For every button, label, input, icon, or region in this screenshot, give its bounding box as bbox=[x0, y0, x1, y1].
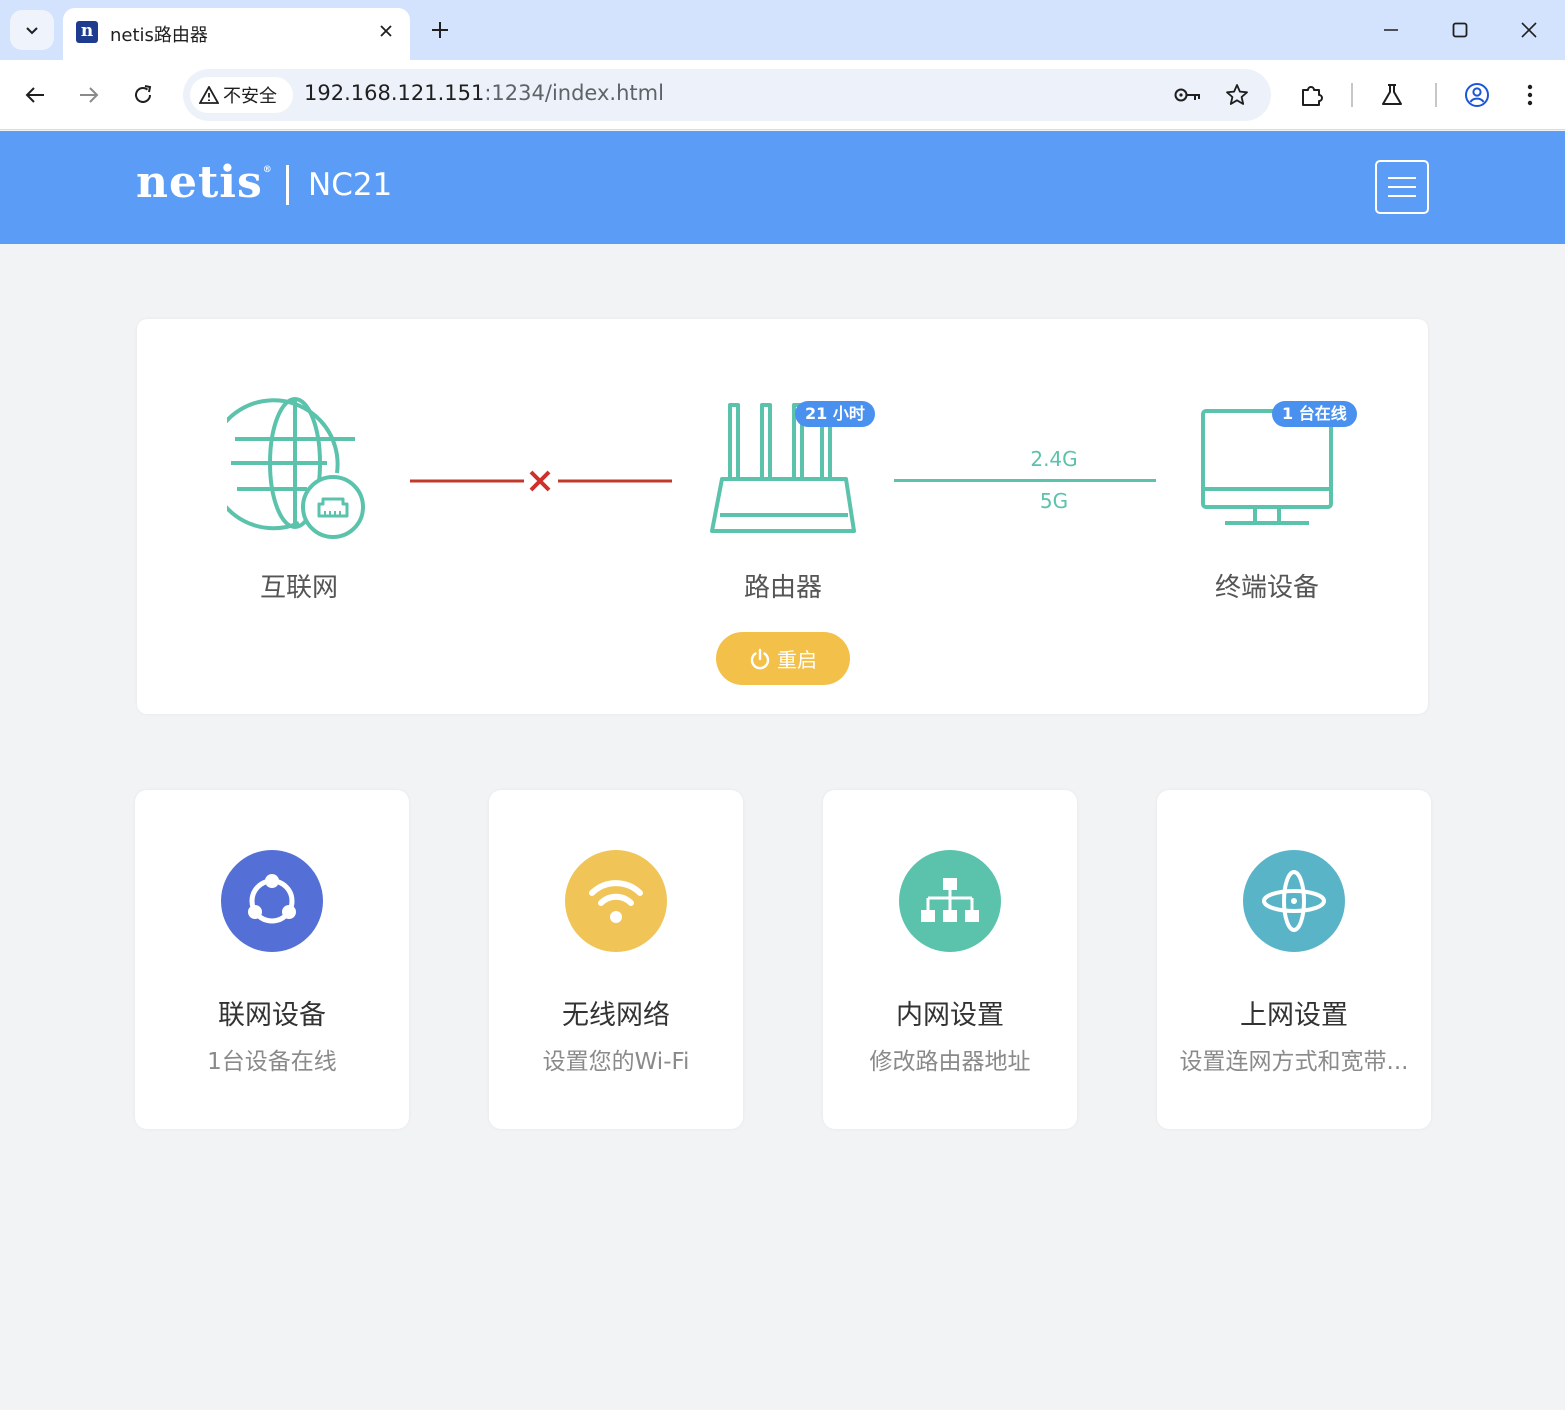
restart-label: 重启 bbox=[777, 648, 817, 672]
back-button[interactable] bbox=[15, 75, 55, 115]
reload-button[interactable] bbox=[123, 75, 163, 115]
flask-icon bbox=[1382, 84, 1402, 105]
puzzle-icon bbox=[1302, 86, 1323, 106]
menu-line bbox=[1388, 186, 1416, 188]
account-icon bbox=[1465, 83, 1489, 107]
arrow-right-icon bbox=[80, 87, 99, 103]
tile-internet-settings[interactable]: 上网设置 设置连网方式和宽带... bbox=[1157, 790, 1431, 1129]
hamburger-menu-button[interactable] bbox=[1375, 160, 1429, 214]
close-icon bbox=[1521, 22, 1537, 38]
band-24g-label: 2.4G bbox=[1030, 447, 1078, 471]
wifi-icon bbox=[565, 850, 667, 952]
browser-toolbar: 不安全 192.168.121.151:1234/index.html bbox=[0, 60, 1565, 130]
internet-label: 互联网 bbox=[259, 573, 338, 603]
online-devices-badge: 1 台在线 bbox=[1272, 401, 1357, 427]
tile-title: 上网设置 bbox=[1240, 1000, 1348, 1031]
menu-line bbox=[1388, 177, 1416, 179]
logo-divider bbox=[286, 165, 289, 205]
maximize-button[interactable] bbox=[1440, 12, 1480, 48]
disconnected-x-icon bbox=[529, 470, 551, 492]
tile-subtitle: 修改路由器地址 bbox=[869, 1049, 1031, 1075]
tile-subtitle: 1台设备在线 bbox=[207, 1049, 337, 1075]
url-path: :1234/index.html bbox=[484, 81, 664, 105]
uptime-badge: 21 小时 bbox=[795, 401, 875, 427]
terminal-label: 终端设备 bbox=[1214, 573, 1319, 603]
browser-menu-button[interactable] bbox=[1510, 75, 1550, 115]
toolbar-separator bbox=[1435, 83, 1437, 107]
close-icon bbox=[380, 25, 392, 37]
url-text[interactable]: 192.168.121.151:1234/index.html bbox=[304, 81, 664, 105]
star-icon bbox=[1226, 84, 1248, 105]
reload-icon bbox=[135, 85, 152, 103]
address-bar[interactable]: 不安全 192.168.121.151:1234/index.html bbox=[183, 69, 1271, 121]
plus-icon bbox=[432, 22, 448, 38]
netis-logo: netis® bbox=[136, 157, 273, 208]
maximize-icon bbox=[1452, 22, 1468, 38]
wan-link-disconnected bbox=[410, 470, 672, 492]
warning-icon bbox=[199, 86, 219, 104]
sitemap-icon bbox=[899, 850, 1001, 952]
globe-icon[interactable] bbox=[227, 395, 372, 541]
profile-button[interactable] bbox=[1457, 75, 1497, 115]
labs-button[interactable] bbox=[1372, 75, 1412, 115]
security-label: 不安全 bbox=[223, 86, 277, 107]
tile-subtitle: 设置您的Wi-Fi bbox=[542, 1049, 690, 1075]
browser-tab[interactable]: n netis路由器 bbox=[63, 8, 410, 60]
new-tab-button[interactable] bbox=[424, 14, 456, 46]
forward-button[interactable] bbox=[69, 75, 109, 115]
band-5g-label: 5G bbox=[1039, 489, 1069, 513]
security-chip[interactable]: 不安全 bbox=[190, 77, 293, 113]
toolbar-separator bbox=[1351, 83, 1353, 107]
minimize-icon bbox=[1384, 29, 1398, 31]
tile-lan-settings[interactable]: 内网设置 修改路由器地址 bbox=[823, 790, 1077, 1129]
tile-connected-devices[interactable]: 联网设备 1台设备在线 bbox=[135, 790, 409, 1129]
key-icon bbox=[1174, 88, 1200, 102]
url-host: 192.168.121.151 bbox=[304, 81, 485, 105]
password-key-button[interactable] bbox=[1172, 79, 1204, 111]
restart-button[interactable]: 重启 bbox=[716, 632, 850, 685]
tab-search-button[interactable] bbox=[10, 10, 54, 50]
logo-registered-mark: ® bbox=[262, 165, 273, 175]
network-topology-card: 互联网 21 小时 路由器 2.4G 5G 1 台在线 终端设备 重启 bbox=[137, 319, 1428, 714]
router-model: NC21 bbox=[308, 167, 393, 203]
wlan-link bbox=[894, 479, 1156, 482]
logo-text: netis bbox=[136, 157, 263, 208]
tile-title: 内网设置 bbox=[896, 1000, 1004, 1031]
planet-icon bbox=[1243, 850, 1345, 952]
tile-title: 无线网络 bbox=[562, 1000, 670, 1031]
tile-subtitle: 设置连网方式和宽带... bbox=[1179, 1049, 1409, 1075]
tile-wireless-network[interactable]: 无线网络 设置您的Wi-Fi bbox=[489, 790, 743, 1129]
router-label: 路由器 bbox=[743, 573, 822, 603]
tab-close-button[interactable] bbox=[373, 18, 399, 44]
chevron-down-icon bbox=[26, 27, 38, 35]
bookmark-button[interactable] bbox=[1221, 79, 1253, 111]
share-network-icon bbox=[221, 850, 323, 952]
site-header: netis® NC21 bbox=[0, 131, 1565, 244]
extensions-button[interactable] bbox=[1292, 75, 1332, 115]
power-icon bbox=[750, 648, 770, 669]
browser-tab-bar: n netis路由器 bbox=[0, 0, 1565, 60]
menu-line bbox=[1388, 195, 1416, 197]
tile-title: 联网设备 bbox=[218, 1000, 326, 1031]
tab-title: netis路由器 bbox=[110, 25, 208, 46]
netis-favicon-icon: n bbox=[76, 21, 98, 43]
arrow-left-icon bbox=[25, 87, 44, 103]
minimize-button[interactable] bbox=[1371, 12, 1411, 48]
more-vertical-icon bbox=[1527, 84, 1533, 106]
window-close-button[interactable] bbox=[1509, 12, 1549, 48]
